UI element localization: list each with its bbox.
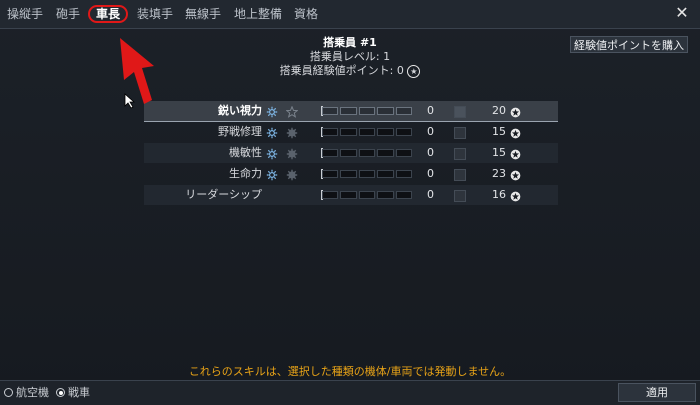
- skill-level: 0: [427, 146, 434, 159]
- skill-name: リーダーシップ: [185, 188, 262, 201]
- crew-points: 搭乗員経験値ポイント: 0: [279, 64, 404, 77]
- skill-level: 0: [427, 167, 434, 180]
- skill-name: 機敏性: [229, 146, 262, 159]
- tab-radio-operator[interactable]: 無線手: [182, 0, 224, 28]
- skill-row[interactable]: 鋭い視力 0 20: [144, 101, 558, 122]
- skill-increase-button[interactable]: [454, 148, 466, 160]
- skill-increase-button[interactable]: [454, 169, 466, 181]
- skill-row[interactable]: 機敏性 0 15: [144, 143, 558, 163]
- radio-dot: [4, 388, 13, 397]
- buy-exp-button[interactable]: 経験値ポイントを購入: [570, 36, 688, 53]
- skill-cost: 15: [492, 125, 506, 138]
- radio-tank[interactable]: 戦車: [56, 386, 90, 400]
- skill-progress-bar: [322, 149, 413, 157]
- skill-progress-bar: [322, 107, 413, 115]
- skill-cost: 23: [492, 167, 506, 180]
- apply-button[interactable]: 適用: [618, 383, 696, 402]
- skill-progress-bar: [322, 128, 413, 136]
- warning-text: これらのスキルは、選択した種類の機体/車両では発動しません。: [188, 365, 512, 378]
- skill-cost: 20: [492, 104, 506, 117]
- tab-ground-service[interactable]: 地上整備: [232, 0, 284, 28]
- mouse-cursor-icon: [124, 93, 136, 109]
- tab-driver[interactable]: 操縦手: [4, 0, 46, 28]
- skill-name: 鋭い視力: [218, 104, 262, 117]
- crew-points-line: 搭乗員経験値ポイント: 0 ★: [0, 64, 700, 78]
- skill-cost: 16: [492, 188, 506, 201]
- radio-aircraft[interactable]: 航空機: [4, 386, 49, 400]
- crew-skills-window: 操縦手 砲手 車長 装填手 無線手 地上整備 資格 ✕ 搭乗員 #1 搭乗員レベ…: [0, 0, 700, 405]
- skill-row[interactable]: 生命力 0 23: [144, 164, 558, 184]
- radio-label: 航空機: [16, 386, 49, 399]
- skill-level: 0: [427, 104, 434, 117]
- skill-increase-button[interactable]: [454, 127, 466, 139]
- skill-cost: 15: [492, 146, 506, 159]
- skill-row[interactable]: リーダーシップ 0 16: [144, 185, 558, 205]
- tab-qualification[interactable]: 資格: [290, 0, 322, 28]
- skill-level: 0: [427, 188, 434, 201]
- skill-name: 野戦修理: [218, 125, 262, 138]
- skill-increase-button[interactable]: [454, 190, 466, 202]
- skill-progress-bar: [322, 170, 413, 178]
- skill-level: 0: [427, 125, 434, 138]
- red-arrow-annotation: [120, 38, 154, 104]
- skill-increase-button[interactable]: [454, 106, 466, 118]
- bottom-bar: 航空機 戦車 適用: [0, 380, 700, 405]
- radio-dot-selected: [56, 388, 65, 397]
- star-icon: ★: [407, 64, 421, 78]
- tab-loader[interactable]: 装填手: [134, 0, 176, 28]
- radio-label: 戦車: [68, 386, 90, 399]
- tab-bar: 操縦手 砲手 車長 装填手 無線手 地上整備 資格 ✕: [0, 0, 700, 29]
- tab-highlight-ring: [88, 5, 128, 23]
- cost-star-icon: [510, 189, 521, 209]
- tab-gunner[interactable]: 砲手: [52, 0, 84, 28]
- skill-progress-bar: [322, 191, 413, 199]
- skill-row[interactable]: 野戦修理 0 15: [144, 122, 558, 142]
- close-icon[interactable]: ✕: [672, 3, 692, 23]
- skill-name: 生命力: [229, 167, 262, 180]
